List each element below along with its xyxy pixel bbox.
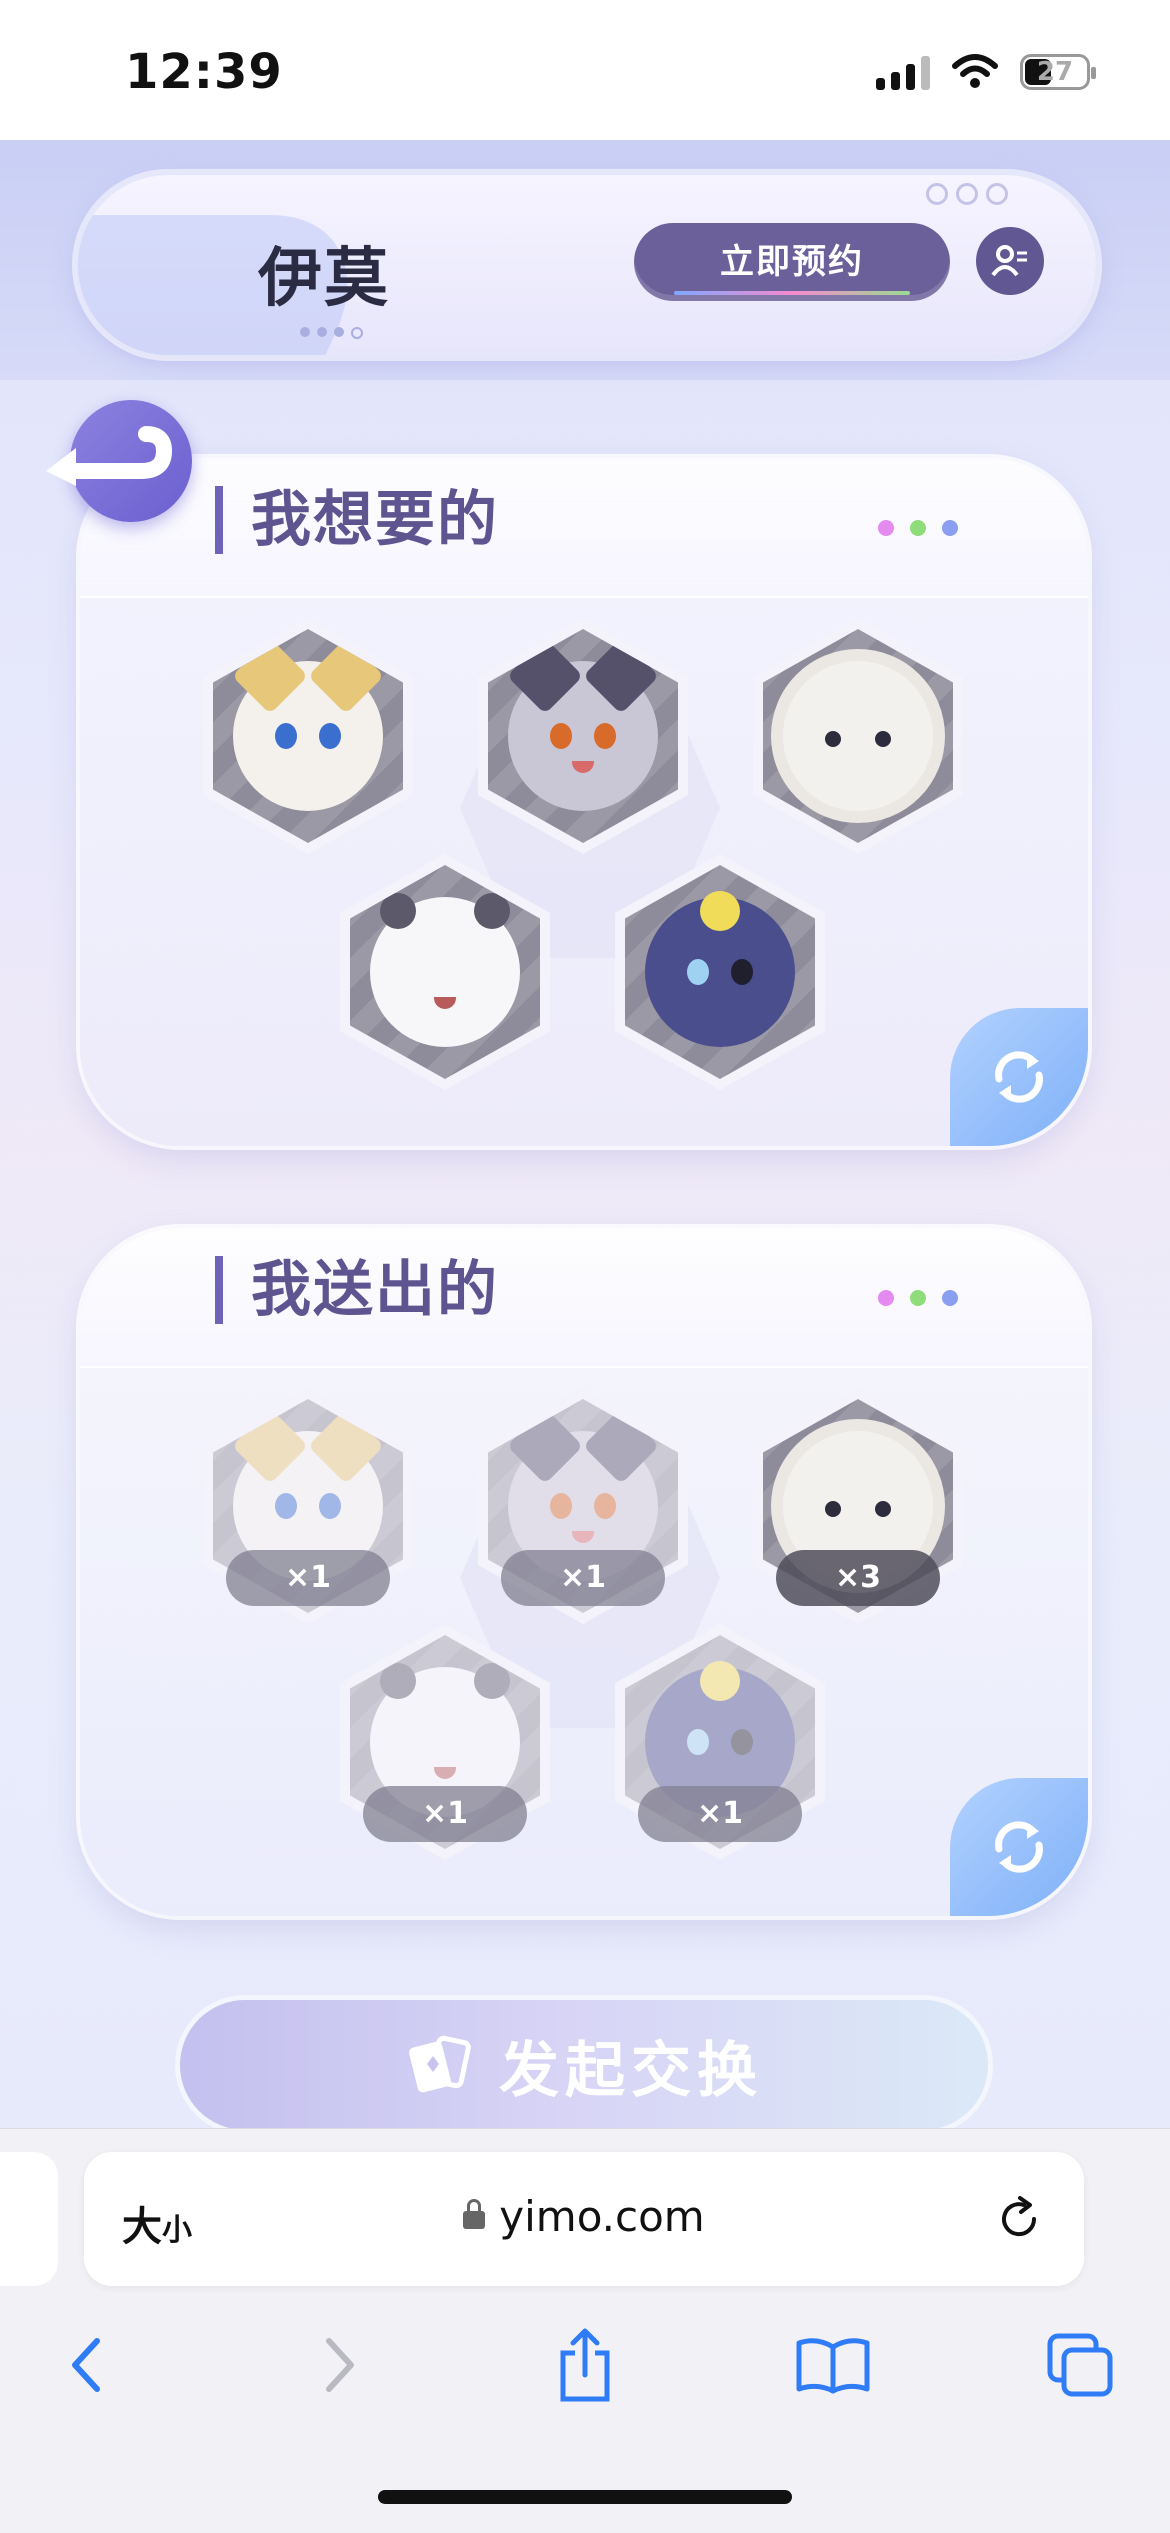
- header-mini-icons: [926, 183, 1008, 205]
- back-nav-button[interactable]: [42, 2320, 132, 2410]
- wifi-icon: [952, 54, 998, 88]
- browser-toolbar: [0, 2320, 1170, 2410]
- give-section: 我送出的 ×1 ×1 ×3 ×1 ×1: [80, 1228, 1088, 1916]
- give-section-header: 我送出的: [80, 1228, 1088, 1368]
- battery-icon: 27: [1020, 54, 1096, 90]
- refresh-icon: [995, 1051, 1043, 1103]
- chevron-right-icon: [326, 2338, 354, 2392]
- start-exchange-button[interactable]: 发起交换: [180, 2000, 988, 2130]
- previous-tab-preview[interactable]: [0, 2152, 58, 2286]
- pet-slot[interactable]: ×3: [753, 1388, 963, 1624]
- user-profile-icon: [991, 245, 1027, 277]
- pet-gray-wolf-image: [506, 637, 660, 811]
- refresh-want-button[interactable]: [950, 1008, 1088, 1146]
- bookmarks-button[interactable]: [788, 2320, 878, 2410]
- logo-dots: [300, 327, 363, 339]
- status-icons: 27: [876, 54, 1096, 90]
- pet-white-bear-image: [370, 885, 520, 1047]
- more-dots-icon: [878, 520, 958, 536]
- pet-slot[interactable]: ×1: [615, 1624, 825, 1860]
- pet-count-badge: ×1: [363, 1786, 527, 1842]
- want-section-header: 我想要的: [80, 458, 1088, 598]
- reserve-button-label: 立即预约: [720, 242, 864, 282]
- forward-nav-button[interactable]: [294, 2320, 384, 2410]
- status-bar: 12:39 27: [0, 0, 1170, 140]
- book-icon: [796, 2338, 870, 2394]
- pet-slot[interactable]: ×1: [478, 1388, 688, 1624]
- start-exchange-label: 发起交换: [499, 2035, 763, 2106]
- pet-fluffy-sheep-image: [783, 661, 933, 811]
- chevron-left-icon: [72, 2338, 100, 2392]
- return-arrow-icon: [46, 426, 173, 486]
- pet-count-badge: ×3: [776, 1550, 940, 1606]
- battery-level: 27: [1036, 57, 1074, 87]
- status-time: 12:39: [125, 44, 283, 100]
- pet-slot[interactable]: ×1: [340, 1624, 550, 1860]
- pet-star-mouse-image: [645, 882, 795, 1047]
- give-section-title: 我送出的: [215, 1256, 499, 1324]
- pet-slot[interactable]: ×1: [203, 1388, 413, 1624]
- tabs-button[interactable]: [1036, 2320, 1126, 2410]
- user-profile-button[interactable]: [976, 227, 1044, 295]
- app-header: 伊莫 立即预约: [78, 175, 1096, 355]
- pet-count-badge: ×1: [501, 1550, 665, 1606]
- url-display[interactable]: yimo.com: [84, 2192, 1084, 2241]
- pet-slot[interactable]: [615, 854, 825, 1090]
- want-section: 我想要的: [80, 458, 1088, 1146]
- share-icon: [560, 2328, 610, 2402]
- pet-slot[interactable]: [478, 618, 688, 854]
- home-indicator: [378, 2490, 792, 2504]
- reserve-button[interactable]: 立即预约: [634, 223, 950, 301]
- pet-slot[interactable]: [203, 618, 413, 854]
- pet-count-badge: ×1: [638, 1786, 802, 1842]
- lock-icon: [463, 2199, 486, 2229]
- back-button[interactable]: [46, 400, 192, 522]
- pet-cream-fox-image: [231, 637, 385, 811]
- tabs-icon: [1047, 2333, 1113, 2397]
- cards-icon: [409, 2035, 471, 2093]
- pet-count-badge: ×1: [226, 1550, 390, 1606]
- want-section-title: 我想要的: [215, 486, 499, 554]
- url-text: yimo.com: [499, 2192, 705, 2241]
- app-logo[interactable]: 伊莫: [258, 227, 390, 319]
- cellular-signal-icon: [876, 54, 930, 90]
- refresh-give-button[interactable]: [950, 1778, 1088, 1916]
- share-button[interactable]: [540, 2320, 630, 2410]
- more-dots-icon: [878, 1290, 958, 1306]
- reload-button[interactable]: [994, 2194, 1044, 2248]
- pet-slot[interactable]: [753, 618, 963, 854]
- address-bar[interactable]: 大小 yimo.com: [84, 2152, 1084, 2286]
- pet-slot[interactable]: [340, 854, 550, 1090]
- reload-icon: [1002, 2196, 1037, 2237]
- refresh-icon: [995, 1821, 1043, 1873]
